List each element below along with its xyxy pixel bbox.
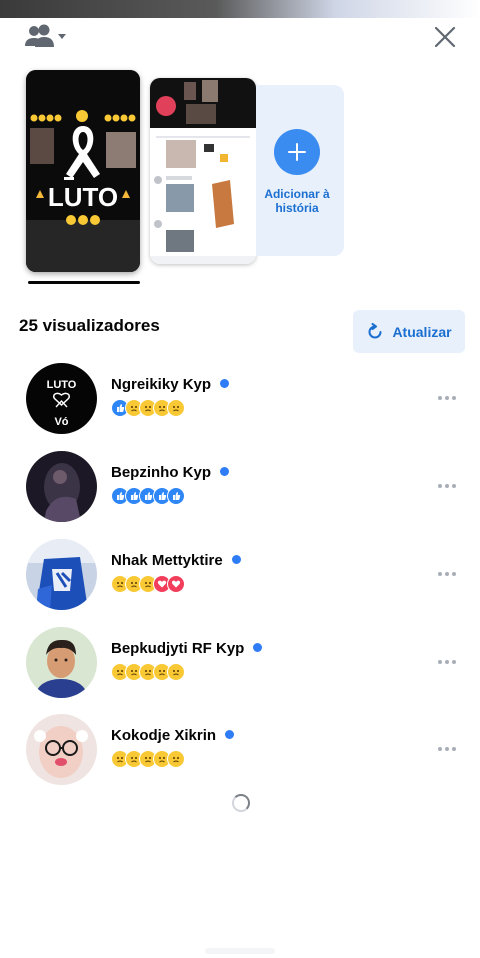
reactions-row (111, 487, 185, 505)
story-thumbnail-2[interactable] (150, 78, 256, 264)
active-story-indicator (28, 281, 140, 284)
story-1-luto-text: LUTO (48, 182, 118, 212)
more-options-button[interactable] (438, 569, 460, 579)
more-icon-dot (452, 747, 456, 751)
more-icon (438, 396, 442, 400)
close-icon (434, 26, 456, 48)
sad-reaction-icon (167, 399, 185, 417)
more-icon-dot (445, 660, 449, 664)
home-indicator (205, 948, 275, 954)
avatar[interactable] (26, 714, 97, 785)
avatar[interactable]: LUTO Vó (26, 363, 97, 434)
viewer-row[interactable]: Bepkudjyti RF Kyp (0, 627, 480, 707)
more-options-button[interactable] (438, 481, 460, 491)
viewer-name: Kokodje Xikrin (111, 727, 217, 744)
online-indicator (225, 730, 235, 739)
online-indicator (231, 555, 241, 564)
avatar[interactable] (26, 539, 97, 610)
more-icon-dot (445, 572, 449, 576)
viewer-row[interactable]: LUTO Vó Ngreikiky Kyp (0, 363, 480, 443)
sad-reaction-icon (167, 663, 185, 681)
more-icon (438, 572, 442, 576)
refresh-icon (368, 322, 382, 338)
avatar-text-vo: Vó (54, 416, 68, 428)
story-2-preview (150, 78, 256, 264)
more-icon-dot (452, 396, 456, 400)
refresh-button[interactable]: Atualizar (353, 310, 465, 353)
avatar-photo (26, 451, 97, 522)
like-reaction-icon (167, 487, 185, 505)
viewer-row[interactable]: Kokodje Xikrin (0, 714, 480, 794)
avatar-photo (26, 714, 97, 785)
add-story-circle (274, 129, 320, 175)
more-icon-dot (452, 484, 456, 488)
viewer-name-wrap[interactable]: Ngreikiky Kyp (111, 376, 230, 393)
add-story-label: Adicionar à história (264, 187, 330, 215)
status-bar (0, 0, 480, 18)
viewer-name-wrap[interactable]: Nhak Mettyktire (111, 552, 241, 569)
online-indicator (220, 467, 229, 476)
viewer-name-wrap[interactable]: Bepzinho Kyp (111, 464, 229, 481)
plus-icon (288, 143, 306, 161)
online-indicator (253, 643, 263, 652)
reactions-row (111, 663, 185, 681)
more-icon-dot (445, 396, 449, 400)
avatar-photo (26, 627, 97, 698)
close-button[interactable] (428, 20, 462, 54)
more-icon-dot (445, 747, 449, 751)
reactions-row (111, 575, 185, 593)
story-1-preview: LUTO (26, 70, 140, 272)
more-icon-dot (452, 572, 456, 576)
viewer-name-wrap[interactable]: Bepkudjyti RF Kyp (111, 640, 263, 657)
viewers-count-title: 25 visualizadores (19, 316, 160, 335)
avatar-luto-image: LUTO Vó (26, 363, 97, 434)
avatar[interactable] (26, 451, 97, 522)
viewer-name: Nhak Mettyktire (111, 552, 223, 569)
more-options-button[interactable] (438, 393, 460, 403)
more-icon (438, 484, 442, 488)
viewer-row[interactable]: Nhak Mettyktire (0, 539, 480, 619)
viewer-name: Ngreikiky Kyp (111, 376, 212, 393)
viewer-name: Bepzinho Kyp (111, 464, 211, 481)
audience-selector-button[interactable] (24, 22, 70, 52)
sad-reaction-icon (167, 750, 185, 768)
more-icon (438, 747, 442, 751)
reactions-row (111, 399, 185, 417)
top-bar (0, 18, 480, 58)
people-icon (25, 24, 66, 47)
avatar-photo (26, 539, 97, 610)
more-options-button[interactable] (438, 744, 460, 754)
add-to-story-button[interactable]: Adicionar à história (256, 85, 344, 256)
more-icon-dot (452, 660, 456, 664)
story-tray: LUTO Adicionar à história (0, 70, 480, 290)
online-indicator (220, 379, 230, 388)
more-icon-dot (445, 484, 449, 488)
avatar-text-luto: LUTO (47, 379, 77, 391)
viewer-name: Bepkudjyti RF Kyp (111, 640, 245, 657)
more-icon (438, 660, 442, 664)
love-reaction-icon (167, 575, 185, 593)
reactions-row (111, 750, 185, 768)
viewer-row[interactable]: Bepzinho Kyp (0, 451, 480, 531)
story-thumbnail-1[interactable]: LUTO (26, 70, 140, 272)
loading-spinner-icon (232, 794, 250, 812)
more-options-button[interactable] (438, 657, 460, 667)
refresh-label: Atualizar (392, 323, 452, 340)
viewer-name-wrap[interactable]: Kokodje Xikrin (111, 727, 235, 744)
avatar[interactable] (26, 627, 97, 698)
